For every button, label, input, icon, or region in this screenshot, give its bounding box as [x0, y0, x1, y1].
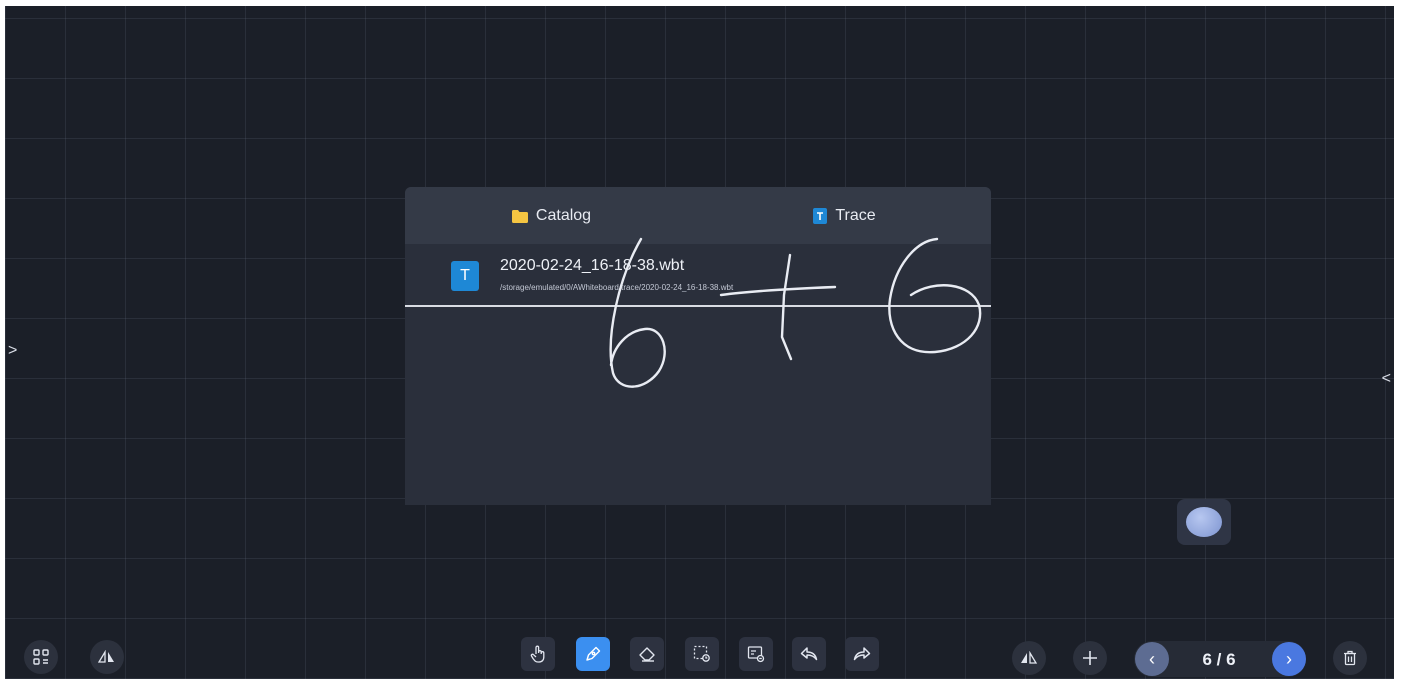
tab-trace[interactable]: Trace [698, 207, 991, 225]
right-panel-toggle-icon[interactable]: < [1382, 371, 1391, 387]
tab-trace-label: Trace [835, 206, 876, 224]
next-page-button[interactable]: › [1272, 642, 1306, 676]
file-panel: Catalog Trace T 2020-02-24_16-18-38.wbt … [405, 187, 991, 505]
pen-button[interactable] [576, 637, 610, 671]
insert-image-button[interactable] [739, 637, 773, 671]
chevron-left-icon: ‹ [1149, 648, 1155, 669]
panel-divider [405, 305, 991, 307]
flip-icon [98, 650, 116, 664]
redo-icon [853, 646, 871, 662]
page-navigator: ‹ 6 / 6 › [1134, 641, 1306, 677]
plus-icon [1082, 650, 1098, 666]
undo-button[interactable] [792, 637, 826, 671]
page-indicator: 6 / 6 [1202, 650, 1236, 669]
lasso-select-button[interactable] [685, 637, 719, 671]
undo-icon [800, 646, 818, 662]
chevron-right-icon: › [1286, 648, 1292, 669]
mirror-button[interactable] [1012, 641, 1046, 675]
file-list-item[interactable]: T 2020-02-24_16-18-38.wbt /storage/emula… [405, 244, 991, 308]
hand-pointer-icon [530, 645, 546, 663]
eraser-button[interactable] [630, 637, 664, 671]
flip-button[interactable] [90, 640, 124, 674]
whiteboard-canvas[interactable]: > < Catalog Trace T 2020-02-24_16-18-38.… [5, 6, 1394, 679]
floating-ball-icon [1186, 507, 1222, 537]
left-panel-toggle-icon[interactable]: > [8, 343, 17, 359]
eraser-icon [638, 646, 656, 662]
insert-image-icon [747, 645, 765, 663]
floating-menu-button[interactable] [1177, 499, 1231, 545]
folder-icon [511, 209, 528, 223]
file-path: /storage/emulated/0/AWhiteboard/trace/20… [500, 283, 734, 292]
mirror-icon [1020, 651, 1038, 665]
add-page-button[interactable] [1073, 641, 1107, 675]
file-name: 2020-02-24_16-18-38.wbt [500, 257, 685, 274]
delete-page-button[interactable] [1333, 641, 1367, 675]
apps-icon [33, 649, 49, 665]
apps-button[interactable] [24, 640, 58, 674]
trace-file-icon: T [451, 261, 479, 291]
select-hand-button[interactable] [521, 637, 555, 671]
previous-page-button[interactable]: ‹ [1135, 642, 1169, 676]
select-icon [693, 645, 711, 663]
tab-catalog[interactable]: Catalog [405, 207, 698, 225]
file-panel-tabs: Catalog Trace [405, 187, 991, 244]
pen-icon [584, 645, 602, 663]
trace-file-icon [813, 207, 828, 224]
trash-icon [1343, 650, 1357, 666]
tab-catalog-label: Catalog [535, 206, 592, 224]
redo-button[interactable] [845, 637, 879, 671]
